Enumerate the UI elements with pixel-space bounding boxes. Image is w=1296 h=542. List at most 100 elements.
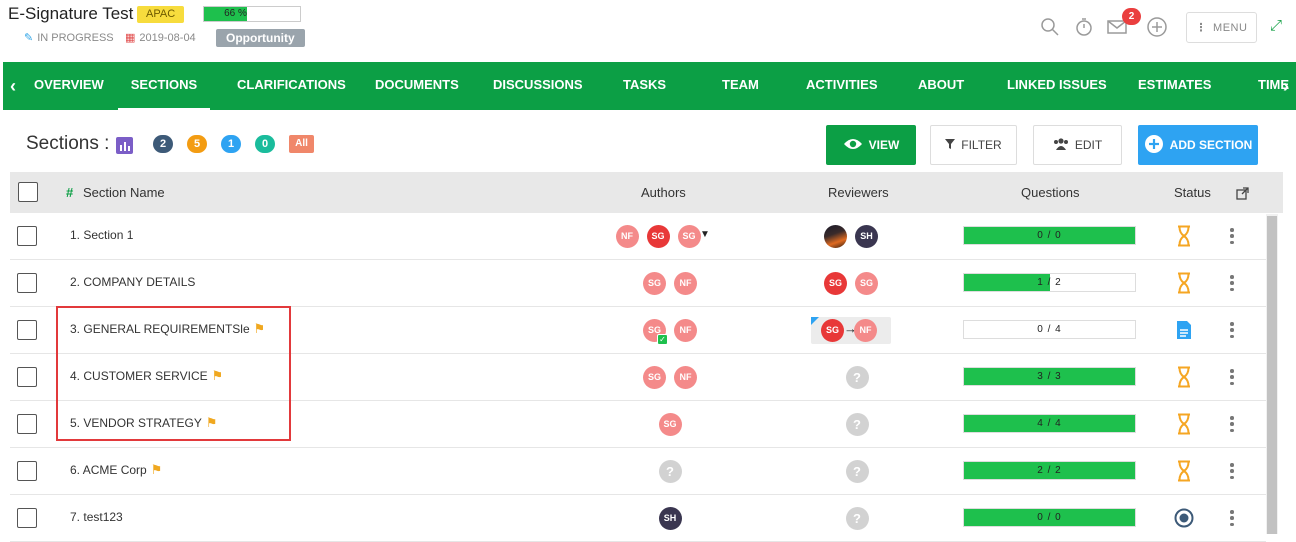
expand-icon[interactable]: ⤢ [1270, 17, 1282, 34]
filter-button[interactable]: FILTER [930, 125, 1017, 165]
section-title[interactable]: Section 1 [83, 228, 133, 242]
hourglass-icon[interactable] [1173, 224, 1195, 248]
section-name[interactable]: 1. Section 1 [70, 213, 133, 257]
view-button[interactable]: VIEW [826, 125, 916, 165]
tab-clarifications[interactable]: CLARIFICATIONS [234, 62, 349, 110]
row-checkbox[interactable] [17, 508, 37, 528]
count-badge[interactable]: 0 [255, 135, 275, 153]
section-title[interactable]: test123 [83, 510, 122, 524]
table-row[interactable]: 2. COMPANY DETAILS SG NF SG SG 1 / 2 [10, 260, 1266, 307]
tab-activities[interactable]: ACTIVITIES [803, 62, 881, 110]
section-name[interactable]: 7. test123 [70, 495, 123, 539]
tab-team[interactable]: TEAM [719, 62, 762, 110]
questions-count: 0 / 0 [1037, 230, 1062, 241]
region-badge: APAC [137, 6, 185, 23]
row-menu-icon[interactable] [1227, 225, 1237, 247]
notification-badge: 2 [1122, 8, 1141, 25]
caret-down-icon[interactable]: ▼ [700, 229, 710, 240]
count-badge[interactable]: 1 [221, 135, 241, 153]
table-row[interactable]: 7. test123 SH? 0 / 0 [10, 495, 1266, 542]
tab-estimates[interactable]: ESTIMATES [1135, 62, 1214, 110]
tab-discussions[interactable]: DISCUSSIONS [490, 62, 586, 110]
select-all-checkbox[interactable] [18, 182, 38, 202]
count-badge[interactable]: 2 [153, 135, 173, 153]
avatar[interactable]: NF [674, 272, 697, 295]
scroll-right-icon[interactable]: › [1276, 62, 1296, 110]
unassigned-icon[interactable]: ? [845, 460, 869, 483]
edit-button[interactable]: EDIT [1033, 125, 1122, 165]
add-circle-icon[interactable] [1146, 16, 1168, 38]
avatar[interactable]: SG [643, 272, 666, 295]
unassigned-icon[interactable]: ? [845, 507, 869, 530]
section-title[interactable]: COMPANY DETAILS [83, 275, 195, 289]
avatar[interactable]: NF [854, 319, 877, 342]
corner-marker [811, 317, 819, 325]
tab-overview[interactable]: OVERVIEW [31, 62, 107, 110]
section-title[interactable]: ACME Corp [83, 463, 147, 477]
avatar[interactable]: SG [658, 413, 682, 436]
avatar[interactable] [824, 225, 847, 248]
add-section-button[interactable]: ADD SECTION [1138, 125, 1258, 165]
row-menu-icon[interactable] [1227, 460, 1237, 482]
hourglass-icon[interactable] [1173, 412, 1195, 436]
tab-tasks[interactable]: TASKS [620, 62, 669, 110]
avatar[interactable]: SG [855, 272, 878, 295]
questions-progress: 1 / 2 [963, 273, 1136, 292]
avatar[interactable]: SH [855, 225, 878, 248]
row-checkbox[interactable] [17, 226, 37, 246]
col-section-name[interactable]: Section Name [83, 172, 165, 213]
scroll-left-icon[interactable]: ‹ [3, 62, 23, 110]
chart-icon[interactable] [116, 137, 133, 154]
row-menu-icon[interactable] [1227, 272, 1237, 294]
row-checkbox[interactable] [17, 414, 37, 434]
avatar[interactable]: SG [824, 272, 847, 295]
avatar[interactable]: SG [643, 366, 666, 389]
header: E-Signature Test APAC 66 % ✎ IN PROGRESS … [0, 0, 1296, 54]
avatar[interactable]: NF [674, 366, 697, 389]
hourglass-icon[interactable] [1173, 365, 1195, 389]
questions-count: 3 / 3 [1037, 371, 1062, 382]
unassigned-icon[interactable]: ? [845, 413, 869, 436]
plus-circle-icon [1144, 134, 1164, 157]
row-checkbox[interactable] [17, 273, 37, 293]
search-icon[interactable] [1039, 16, 1061, 38]
document-icon[interactable] [1173, 318, 1195, 342]
avatar[interactable]: NF [674, 319, 697, 342]
calendar-icon: ▦ [125, 32, 136, 44]
col-authors: Authors [641, 185, 686, 200]
row-menu-icon[interactable] [1227, 507, 1237, 529]
hourglass-icon[interactable] [1173, 271, 1195, 295]
row-checkbox[interactable] [17, 367, 37, 387]
menu-button[interactable]: ⋮ MENU [1186, 12, 1257, 43]
row-menu-icon[interactable] [1227, 413, 1237, 435]
external-link-icon[interactable] [1236, 172, 1249, 213]
progress-label: 66 % [224, 8, 247, 19]
avatar[interactable]: SG [821, 319, 844, 342]
hourglass-icon[interactable] [1173, 459, 1195, 483]
avatar[interactable]: SG [677, 225, 701, 248]
count-all-badge[interactable]: All [289, 135, 314, 153]
questions-progress: 0 / 4 [963, 320, 1136, 339]
section-name[interactable]: 6. ACME Corp ⚑ [70, 448, 162, 492]
target-icon[interactable] [1173, 506, 1195, 530]
avatar[interactable]: NF [615, 225, 639, 248]
unassigned-icon[interactable]: ? [658, 460, 682, 483]
unassigned-icon[interactable]: ? [845, 366, 869, 389]
tab-documents[interactable]: DOCUMENTS [372, 62, 462, 110]
row-checkbox[interactable] [17, 461, 37, 481]
table-row[interactable]: 6. ACME Corp ⚑?? 2 / 2 [10, 448, 1266, 495]
row-menu-icon[interactable] [1227, 319, 1237, 341]
count-badge[interactable]: 5 [187, 135, 207, 153]
tab-about[interactable]: ABOUT [915, 62, 967, 110]
row-menu-icon[interactable] [1227, 366, 1237, 388]
table-row[interactable]: 1. Section 1 NF SG SG ▼ SH 0 / 0 [10, 213, 1266, 260]
row-checkbox[interactable] [17, 320, 37, 340]
section-name[interactable]: 2. COMPANY DETAILS [70, 260, 195, 304]
avatar[interactable]: SG [646, 225, 670, 248]
tab-linked-issues[interactable]: LINKED ISSUES [1004, 62, 1110, 110]
questions-progress: 2 / 2 [963, 461, 1136, 480]
timer-icon[interactable] [1073, 16, 1095, 38]
scrollbar-thumb[interactable] [1267, 216, 1277, 534]
tab-sections[interactable]: SECTIONS [118, 62, 210, 110]
avatar[interactable]: SH [658, 507, 682, 530]
